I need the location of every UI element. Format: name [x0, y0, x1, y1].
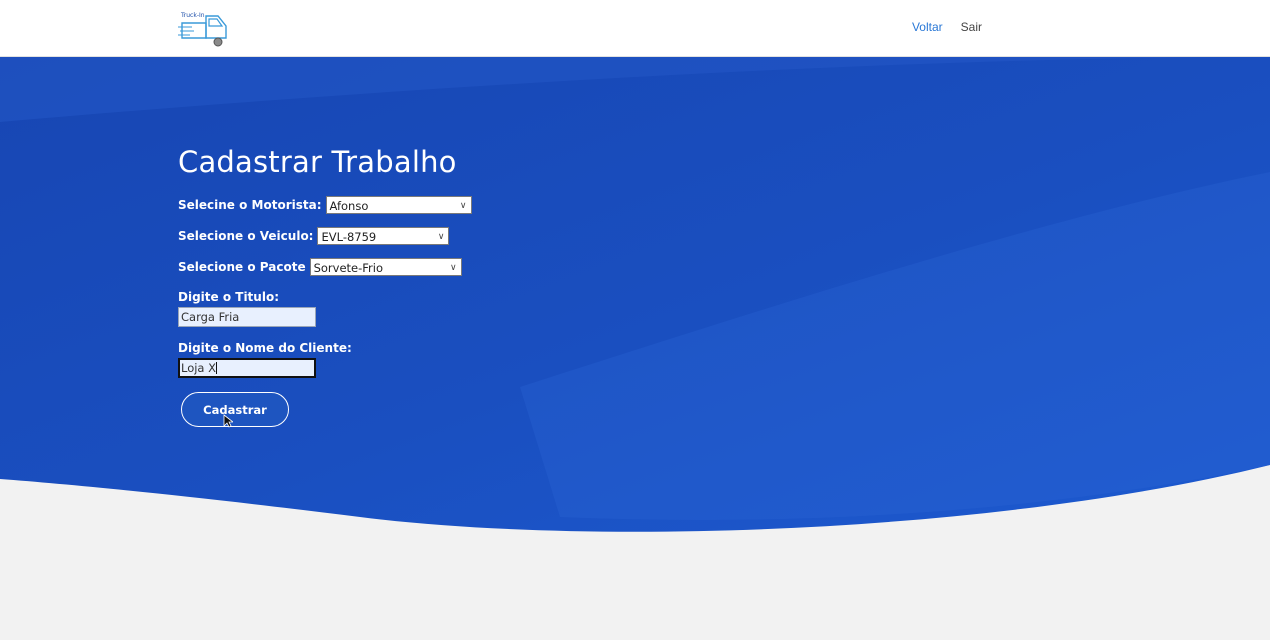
chevron-down-icon: ∨ [459, 201, 467, 211]
chevron-down-icon: ∨ [437, 232, 445, 242]
truck-logo[interactable]: Truck-In [178, 10, 232, 48]
title-input-value: Carga Fria [181, 310, 240, 324]
package-selected: Sorvete-Frio [313, 261, 384, 275]
package-label: Selecione o Pacote [178, 260, 306, 274]
title-field-label: Digite o Titulo: [178, 290, 279, 304]
nav-back-link[interactable]: Voltar [912, 20, 943, 34]
text-caret [216, 362, 218, 374]
vehicle-select[interactable]: EVL-8759 ∨ [317, 227, 450, 245]
nav-logout-link[interactable]: Sair [961, 20, 982, 34]
package-row: Selecione o Pacote Sorvete-Frio ∨ [178, 258, 462, 276]
site-header: Truck-In Voltar Sair [0, 0, 1270, 57]
logo-wordmark: Truck-In [181, 12, 205, 19]
client-input-value: Loja X [181, 361, 217, 375]
driver-row: Selecine o Motorista: Afonso ∨ [178, 196, 472, 214]
driver-label: Selecine o Motorista: [178, 198, 322, 212]
package-select[interactable]: Sorvete-Frio ∨ [309, 258, 462, 276]
title-input[interactable]: Carga Fria [178, 307, 316, 327]
submit-button[interactable]: Cadastrar [181, 392, 289, 427]
driver-select[interactable]: Afonso ∨ [325, 196, 472, 214]
top-nav: Voltar Sair [912, 20, 982, 34]
vehicle-row: Selecione o Veiculo: EVL-8759 ∨ [178, 227, 450, 245]
chevron-down-icon: ∨ [450, 263, 457, 273]
client-field-label: Digite o Nome do Cliente: [178, 341, 352, 355]
vehicle-selected: EVL-8759 [321, 230, 377, 244]
vehicle-label: Selecione o Veiculo: [178, 229, 314, 243]
driver-selected: Afonso [329, 199, 369, 213]
client-name-input[interactable]: Loja X [178, 358, 316, 378]
page-title: Cadastrar Trabalho [178, 145, 457, 179]
mouse-pointer-icon [223, 414, 233, 428]
